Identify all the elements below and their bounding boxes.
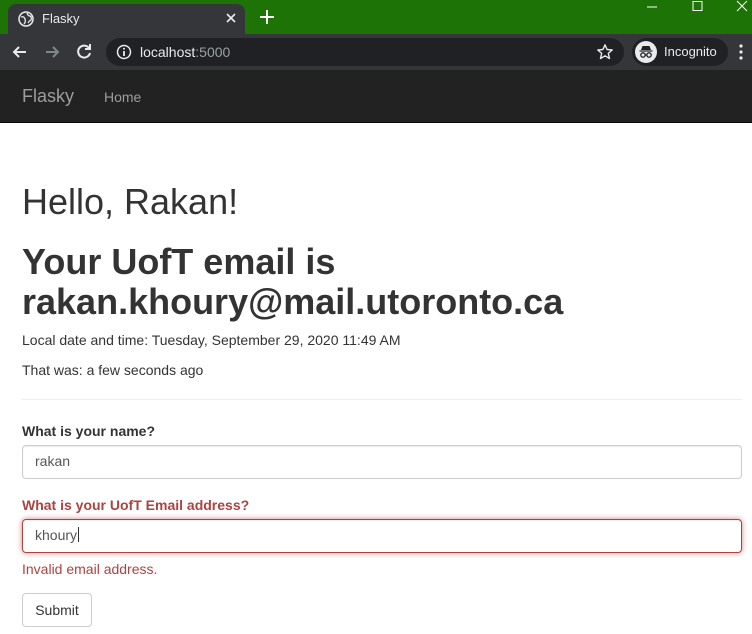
maximize-icon[interactable] <box>678 0 718 14</box>
browser-tab-bar: Flasky <box>0 0 752 34</box>
email-heading: Your UofT email is rakan.khoury@mail.uto… <box>22 242 563 322</box>
relative-time: That was: a few seconds ago <box>22 362 204 378</box>
tab-title: Flasky <box>42 11 80 26</box>
email-field-label: What is your UofT Email address? <box>22 497 250 513</box>
new-tab-icon[interactable] <box>258 8 276 26</box>
forward-arrow-icon[interactable] <box>42 42 62 62</box>
close-tab-icon[interactable] <box>223 10 239 26</box>
url-port: :5000 <box>195 44 231 60</box>
reload-icon[interactable] <box>74 42 94 62</box>
name-field-label: What is your name? <box>22 423 156 439</box>
name-input-value: rakan <box>35 453 71 469</box>
back-arrow-icon[interactable] <box>10 42 30 62</box>
email-error-message: Invalid email address. <box>22 561 158 577</box>
bookmark-star-icon[interactable] <box>596 43 614 61</box>
browser-toolbar: localhost:5000 Incognito <box>0 34 752 70</box>
email-heading-line2: rakan.khoury@mail.utoronto.ca <box>22 281 564 322</box>
globe-icon <box>18 11 34 27</box>
greeting-heading: Hello, Rakan! <box>22 181 239 222</box>
email-input[interactable]: khoury <box>22 519 742 553</box>
incognito-label: Incognito <box>664 44 717 59</box>
divider <box>22 399 742 400</box>
address-bar[interactable]: localhost:5000 <box>106 38 624 66</box>
minimize-icon[interactable] <box>632 0 672 14</box>
navbar-brand[interactable]: Flasky <box>22 86 74 107</box>
incognito-badge[interactable]: Incognito <box>632 38 728 66</box>
email-heading-line1: Your UofT email is <box>22 241 336 282</box>
app-navbar: Flasky Home <box>0 70 752 123</box>
info-icon[interactable] <box>116 44 132 60</box>
text-caret <box>78 527 80 542</box>
url-text: localhost:5000 <box>140 44 230 60</box>
name-input[interactable]: rakan <box>22 445 742 479</box>
close-window-icon[interactable] <box>722 0 752 14</box>
browser-tab[interactable]: Flasky <box>8 4 245 34</box>
email-input-value: khoury <box>35 527 78 543</box>
incognito-icon <box>635 41 657 63</box>
nav-link-home[interactable]: Home <box>104 89 141 105</box>
local-datetime: Local date and time: Tuesday, September … <box>22 332 401 348</box>
kebab-menu-icon[interactable] <box>738 44 744 60</box>
url-host: localhost <box>140 44 196 60</box>
submit-button[interactable]: Submit <box>22 593 92 627</box>
